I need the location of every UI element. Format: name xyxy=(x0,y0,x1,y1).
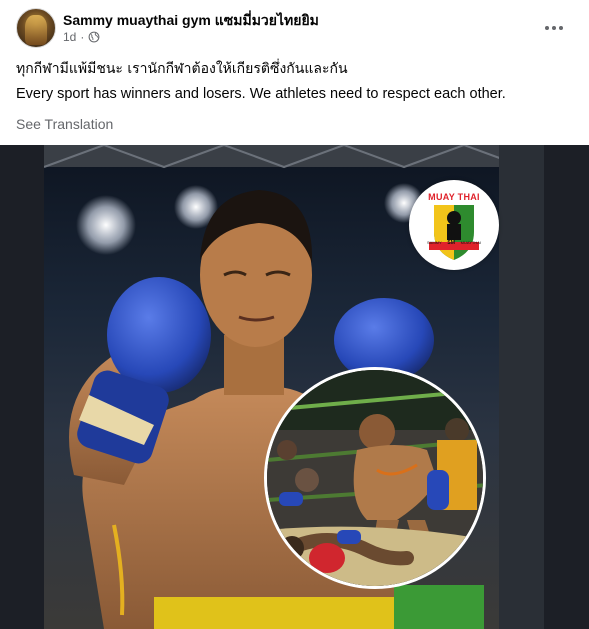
logo-center-text: SM xyxy=(447,240,455,246)
page-avatar[interactable] xyxy=(16,8,56,48)
page-name-link[interactable]: Sammy muaythai gym แซมมี่มวยไทยยิม xyxy=(63,10,319,32)
inset-knockdown-photo[interactable] xyxy=(264,367,486,589)
post-photo[interactable]: MUAY THAI SAMMY SM MUAYTHAI xyxy=(44,145,544,629)
post-media[interactable]: MUAY THAI SAMMY SM MUAYTHAI xyxy=(0,145,589,629)
more-horizontal-icon xyxy=(545,26,549,30)
muaythai-logo-badge: MUAY THAI SAMMY SM MUAYTHAI xyxy=(409,180,499,270)
knockdown-illustration xyxy=(267,370,483,586)
shield-logo-icon xyxy=(429,205,479,260)
logo-right-text: MUAYTHAI xyxy=(460,240,481,245)
post-text-thai: ทุกกีฬามีแพ้มีชนะ เรานักกีฬาต้องให้เกียร… xyxy=(16,61,348,77)
see-translation-link[interactable]: See Translation xyxy=(16,116,113,132)
post-text-english: Every sport has winners and losers. We a… xyxy=(16,86,506,102)
facebook-post: Sammy muaythai gym แซมมี่มวยไทยยิม 1d · … xyxy=(0,0,589,629)
post-header: Sammy muaythai gym แซมมี่มวยไทยยิม 1d · xyxy=(16,8,576,48)
post-meta: 1d · xyxy=(63,30,100,44)
more-options-button[interactable] xyxy=(540,14,568,42)
logo-left-text: SAMMY xyxy=(427,240,442,245)
globe-icon[interactable] xyxy=(88,31,100,43)
post-timestamp[interactable]: 1d xyxy=(63,30,76,44)
